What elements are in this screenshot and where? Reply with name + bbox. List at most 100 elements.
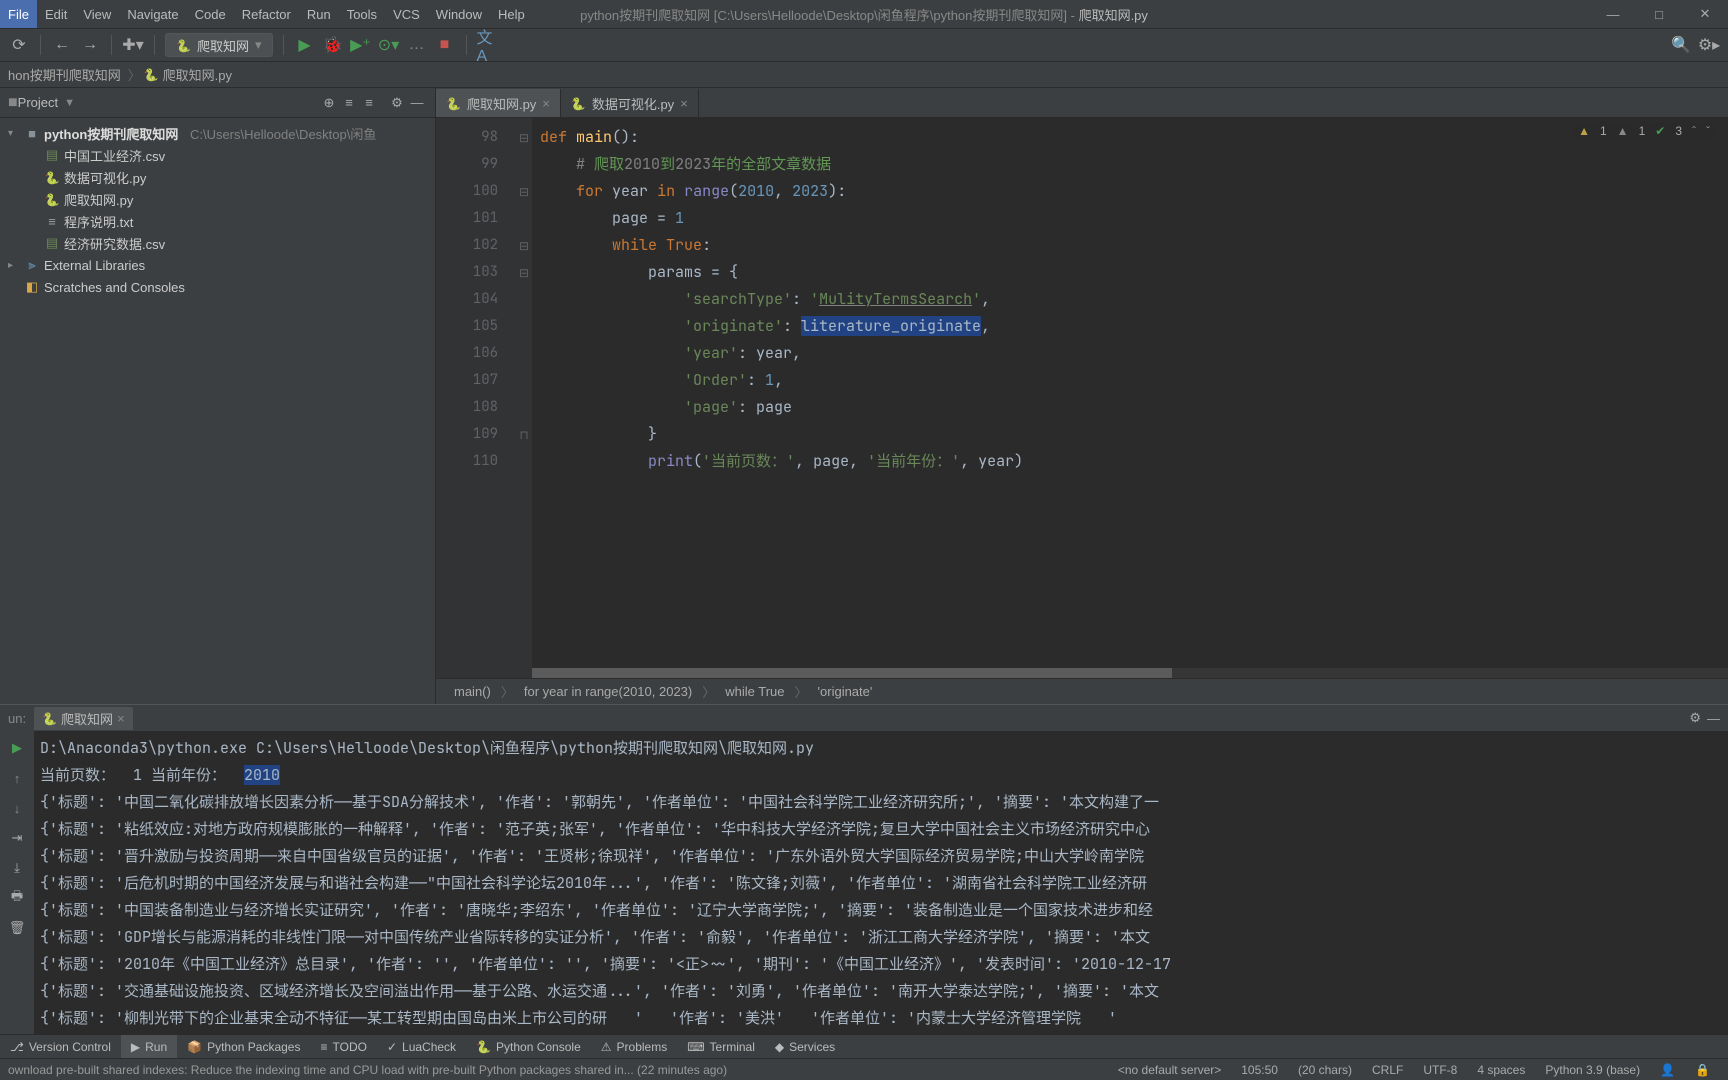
editor-tab[interactable]: 爬取知网.py × [436,89,561,117]
menu-code[interactable]: Code [187,0,234,28]
window-close-icon[interactable]: ✕ [1682,0,1728,28]
status-line-ending[interactable]: CRLF [1362,1063,1413,1077]
menu-view[interactable]: View [75,0,119,28]
tool-button-luacheck[interactable]: ✓LuaCheck [377,1035,466,1058]
run-tool-window: un: 爬取知网 × ⚙ — ▶ ↑ ↓ ⇥ ⤓ 🖶 🗑 D:\Anaconda… [0,704,1728,1034]
forward-icon[interactable]: → [79,34,101,56]
hide-icon[interactable]: — [407,93,427,113]
line-number-gutter[interactable]: 9899100101102103104105106107108109110 [436,118,516,678]
python-icon [446,96,461,111]
menu-tools[interactable]: Tools [339,0,385,28]
chevron-down-icon[interactable]: ▼ [64,97,75,109]
nav-crumb-project[interactable]: hon按期刊爬取知网 [4,65,125,84]
lock-icon[interactable]: 🔒 [1685,1063,1720,1077]
coverage-icon[interactable]: ▶⁺ [350,34,372,56]
menu-file[interactable]: File [0,0,37,28]
editor-tab[interactable]: 数据可视化.py × [561,89,699,117]
menu-vcs[interactable]: VCS [385,0,428,28]
tool-button-problems[interactable]: ⚠Problems [591,1035,677,1058]
run-tab[interactable]: 爬取知网 × [34,707,133,730]
stop-icon[interactable]: ↑ [6,767,28,789]
horizontal-scrollbar[interactable] [532,668,1728,678]
breadcrumb-item[interactable]: 'originate' [812,684,879,699]
down-icon[interactable]: ↓ [6,797,28,819]
collapse-all-icon[interactable]: ≡ [359,93,379,113]
tree-file[interactable]: ▤经济研究数据.csv [0,232,435,254]
run-icon[interactable]: ▶ [294,34,316,56]
back-icon[interactable]: ← [51,34,73,56]
tool-button-services[interactable]: ◆Services [765,1035,845,1058]
tree-file[interactable]: 数据可视化.py [0,166,435,188]
tool-button-python-console[interactable]: 🐍Python Console [466,1035,591,1058]
tool-button-version-control[interactable]: ⎇Version Control [0,1035,121,1058]
tree-root[interactable]: ▾■ python按期刊爬取知网 C:\Users\Helloode\Deskt… [0,122,435,144]
close-icon[interactable]: × [680,96,688,111]
chevron-up-icon[interactable]: ˆ [1692,124,1696,138]
expand-all-icon[interactable]: ≡ [339,93,359,113]
tree-file[interactable]: ≡程序说明.txt [0,210,435,232]
status-message[interactable]: ownload pre-built shared indexes: Reduce… [8,1063,1108,1077]
window-minimize-icon[interactable]: — [1590,0,1636,28]
tree-file[interactable]: 爬取知网.py [0,188,435,210]
status-server[interactable]: <no default server> [1108,1063,1231,1077]
bottom-tool-buttons: ⎇Version Control▶Run📦Python Packages≡TOD… [0,1034,1728,1058]
stop-icon[interactable]: ■ [434,34,456,56]
soft-wrap-icon[interactable]: ⇥ [6,827,28,849]
menu-refactor[interactable]: Refactor [234,0,299,28]
breadcrumb-item[interactable]: main() [448,684,497,699]
menu-help[interactable]: Help [490,0,533,28]
gear-icon[interactable]: ⚙ [1689,710,1701,726]
add-config-icon[interactable]: ✚▾ [122,34,144,56]
tool-button-terminal[interactable]: ⌨Terminal [677,1035,765,1058]
menu-window[interactable]: Window [428,0,490,28]
status-selection: (20 chars) [1288,1063,1362,1077]
tree-scratches[interactable]: ◧Scratches and Consoles [0,276,435,298]
reader-mode-icon[interactable]: 👤 [1650,1063,1685,1077]
status-interpreter[interactable]: Python 3.9 (base) [1535,1063,1650,1077]
rerun-icon[interactable]: ▶ [6,737,28,759]
status-encoding[interactable]: UTF-8 [1413,1063,1467,1077]
select-opened-icon[interactable]: ⊕ [319,93,339,113]
inspection-widget[interactable]: ▲1 ▲1 ✔3 ˆ ˇ [1574,122,1714,140]
menu-edit[interactable]: Edit [37,0,75,28]
console-output[interactable]: D:\Anaconda3\python.exe C:\Users\Hellood… [34,731,1728,1034]
breadcrumb-item[interactable]: for year in range(2010, 2023) [518,684,698,699]
code-editor[interactable]: 9899100101102103104105106107108109110 ⊟⊟… [436,118,1728,678]
run-config-dropdown[interactable]: 爬取知网 ▾ [165,33,273,57]
scroll-end-icon[interactable]: ⤓ [6,857,28,879]
profile-icon[interactable]: ⊙▾ [378,34,400,56]
attach-icon[interactable]: … [406,34,428,56]
menu-navigate[interactable]: Navigate [119,0,186,28]
tree-external-libraries[interactable]: ▸⫸External Libraries [0,254,435,276]
status-caret-pos[interactable]: 105:50 [1231,1063,1288,1077]
chevron-down-icon[interactable]: ˇ [1706,124,1710,138]
close-icon[interactable]: × [542,96,550,111]
close-icon[interactable]: × [117,711,125,726]
tool-button-python-packages[interactable]: 📦Python Packages [177,1035,310,1058]
translate-icon[interactable]: 文A [477,34,499,56]
weak-warning-icon: ▲ [1617,124,1629,138]
warning-icon: ▲ [1578,124,1590,138]
print-icon[interactable]: 🖶 [6,887,28,909]
navigation-bar: hon按期刊爬取知网 〉 爬取知网.py [0,62,1728,88]
fold-gutter[interactable]: ⊟⊟⊟⊟⊓ [516,118,532,678]
menu-run[interactable]: Run [299,0,339,28]
status-bar: ownload pre-built shared indexes: Reduce… [0,1058,1728,1080]
sync-icon[interactable]: ⟳ [8,34,30,56]
status-indent[interactable]: 4 spaces [1467,1063,1535,1077]
tree-file[interactable]: ▤中国工业经济.csv [0,144,435,166]
tool-button-todo[interactable]: ≡TODO [310,1035,376,1058]
hide-icon[interactable]: — [1707,711,1720,726]
trash-icon[interactable]: 🗑 [6,917,28,939]
search-everywhere-icon[interactable]: 🔍 [1670,34,1692,56]
ide-settings-icon[interactable]: ⚙▸ [1698,34,1720,56]
python-icon [176,38,191,53]
breadcrumb-item[interactable]: while True [719,684,790,699]
project-header-label[interactable]: Project [18,95,58,110]
debug-icon[interactable]: 🐞 [322,34,344,56]
gear-icon[interactable]: ⚙ [387,93,407,113]
project-tree[interactable]: ▾■ python按期刊爬取知网 C:\Users\Helloode\Deskt… [0,118,435,704]
tool-button-run[interactable]: ▶Run [121,1035,177,1058]
nav-crumb-file[interactable]: 爬取知网.py [159,65,236,84]
window-maximize-icon[interactable]: □ [1636,0,1682,28]
